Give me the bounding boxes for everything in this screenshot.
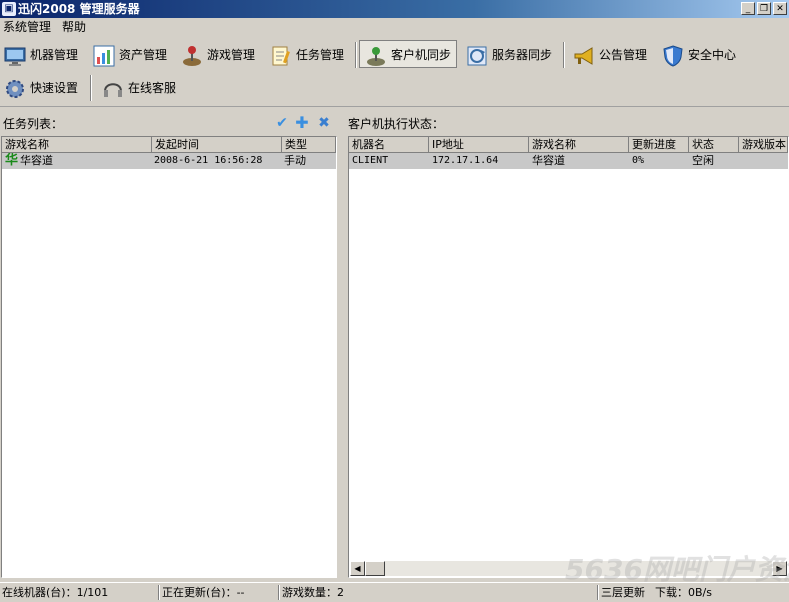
gear-icon <box>6 79 24 98</box>
window-title: 迅闪2008 管理服务器 <box>18 2 140 16</box>
status-tier-update: 三层更新 <box>601 586 645 599</box>
toolbar: 机器管理 资产管理 游戏管理 任务管理 客户机同步 服务器同步 公告管理 安全中… <box>0 36 789 107</box>
status-bar: 在线机器(台)：1/101 正在更新(台)：-- 游戏数量：2 三层更新 下载：… <box>0 582 789 602</box>
security-center-button[interactable]: 安全中心 <box>662 41 736 69</box>
task-manage-label: 任务管理 <box>296 48 345 62</box>
client-sync-icon <box>367 46 385 66</box>
chart-icon <box>93 45 115 66</box>
task-start-time: 2008-6-21 16:56:28 <box>154 155 263 166</box>
column-header-version[interactable]: 游戏版本 <box>739 137 788 153</box>
column-header-time[interactable]: 发起时间 <box>152 137 282 153</box>
quick-settings-button[interactable]: 快速设置 <box>4 74 78 102</box>
game-badge-icon: 华 <box>5 153 19 168</box>
server-sync-icon <box>467 46 487 65</box>
client-status-label: 客户机执行状态： <box>348 117 445 131</box>
column-header-game[interactable]: 游戏名称 <box>2 137 152 153</box>
column-header-progress[interactable]: 更新进度 <box>629 137 689 153</box>
status-separator <box>597 585 599 600</box>
table-row[interactable]: CLIENT 172.17.1.64 华容道 0% 空闲 <box>349 153 788 169</box>
client-ip: 172.17.1.64 <box>432 155 499 166</box>
machine-manage-label: 机器管理 <box>30 48 79 62</box>
server-sync-label: 服务器同步 <box>492 48 553 62</box>
task-game-name: 华容道 <box>20 154 53 167</box>
game-manage-button[interactable]: 游戏管理 <box>181 41 255 69</box>
status-download-rate: 下载：0B/s <box>655 586 712 599</box>
client-sync-button[interactable]: 客户机同步 <box>359 40 457 68</box>
server-sync-button[interactable]: 服务器同步 <box>466 41 552 69</box>
online-support-button[interactable]: 在线客服 <box>102 74 176 102</box>
menu-system[interactable]: 系统管理 <box>3 19 51 35</box>
toolbar-separator <box>90 75 92 101</box>
close-button[interactable]: ✕ <box>773 2 787 15</box>
column-header-type[interactable]: 类型 <box>282 137 336 153</box>
online-support-label: 在线客服 <box>128 81 177 95</box>
add-icon[interactable]: ✚ <box>295 115 309 131</box>
client-status: 空闲 <box>692 154 714 167</box>
toolbar-separator <box>563 42 565 68</box>
task-list-table[interactable]: 游戏名称 发起时间 类型 华 华容道 2008-6-21 16:56:28 手动 <box>1 136 337 578</box>
restore-button[interactable]: ❐ <box>757 2 771 15</box>
headset-icon <box>104 82 122 97</box>
notepad-icon <box>272 46 290 65</box>
task-manage-button[interactable]: 任务管理 <box>270 41 344 69</box>
client-sync-label: 客户机同步 <box>391 48 452 62</box>
client-status-table[interactable]: 机器名 IP地址 游戏名称 更新进度 状态 游戏版本 CLIENT 172.17… <box>348 136 789 578</box>
column-header-game[interactable]: 游戏名称 <box>529 137 629 153</box>
status-separator <box>158 585 160 600</box>
machine-manage-button[interactable]: 机器管理 <box>4 41 78 69</box>
menu-bar: 系统管理 帮助 <box>0 18 789 36</box>
scroll-left-icon[interactable]: ◀ <box>350 561 365 576</box>
status-updating: 正在更新(台)：-- <box>162 586 245 599</box>
app-icon: ▣ <box>2 2 16 16</box>
task-type: 手动 <box>284 154 306 167</box>
task-list-label: 任务列表： <box>3 117 64 131</box>
asset-manage-button[interactable]: 资产管理 <box>93 41 167 69</box>
client-machine-name: CLIENT <box>352 155 389 166</box>
security-center-label: 安全中心 <box>688 48 737 62</box>
minimize-button[interactable]: _ <box>741 2 755 15</box>
megaphone-icon <box>574 46 593 65</box>
notice-manage-button[interactable]: 公告管理 <box>573 41 647 69</box>
menu-help[interactable]: 帮助 <box>62 19 86 35</box>
game-manage-label: 游戏管理 <box>207 48 256 62</box>
scroll-thumb[interactable] <box>365 561 385 576</box>
notice-manage-label: 公告管理 <box>599 48 648 62</box>
column-header-ip[interactable]: IP地址 <box>429 137 529 153</box>
toolbar-separator <box>355 42 357 68</box>
client-progress: 0% <box>632 155 645 166</box>
column-header-status[interactable]: 状态 <box>689 137 739 153</box>
shield-icon <box>663 44 683 67</box>
status-online-machines: 在线机器(台)：1/101 <box>2 586 109 599</box>
column-header-machine[interactable]: 机器名 <box>349 137 429 153</box>
check-icon[interactable]: ✔ <box>275 116 289 130</box>
quick-settings-label: 快速设置 <box>30 81 79 95</box>
asset-manage-label: 资产管理 <box>119 48 168 62</box>
title-bar[interactable]: ▣ 迅闪2008 管理服务器 _ ❐ ✕ <box>0 0 789 18</box>
status-separator <box>278 585 280 600</box>
joystick-icon <box>183 45 201 66</box>
delete-icon[interactable]: ✖ <box>317 116 331 130</box>
client-game-name: 华容道 <box>532 154 565 167</box>
table-row[interactable]: 华 华容道 2008-6-21 16:56:28 手动 <box>2 153 336 169</box>
status-game-count: 游戏数量：2 <box>282 586 344 599</box>
monitor-icon <box>4 47 26 66</box>
